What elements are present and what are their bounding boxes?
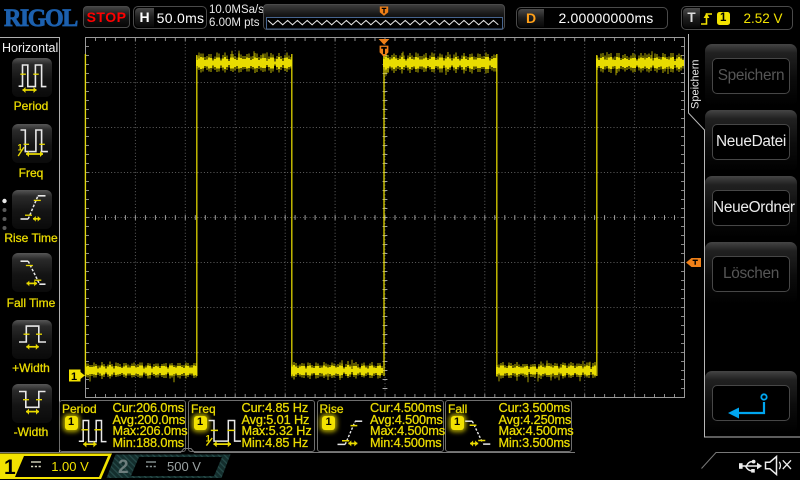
svg-text:Speichern: Speichern — [690, 59, 702, 109]
svg-text:1: 1 — [71, 371, 77, 383]
